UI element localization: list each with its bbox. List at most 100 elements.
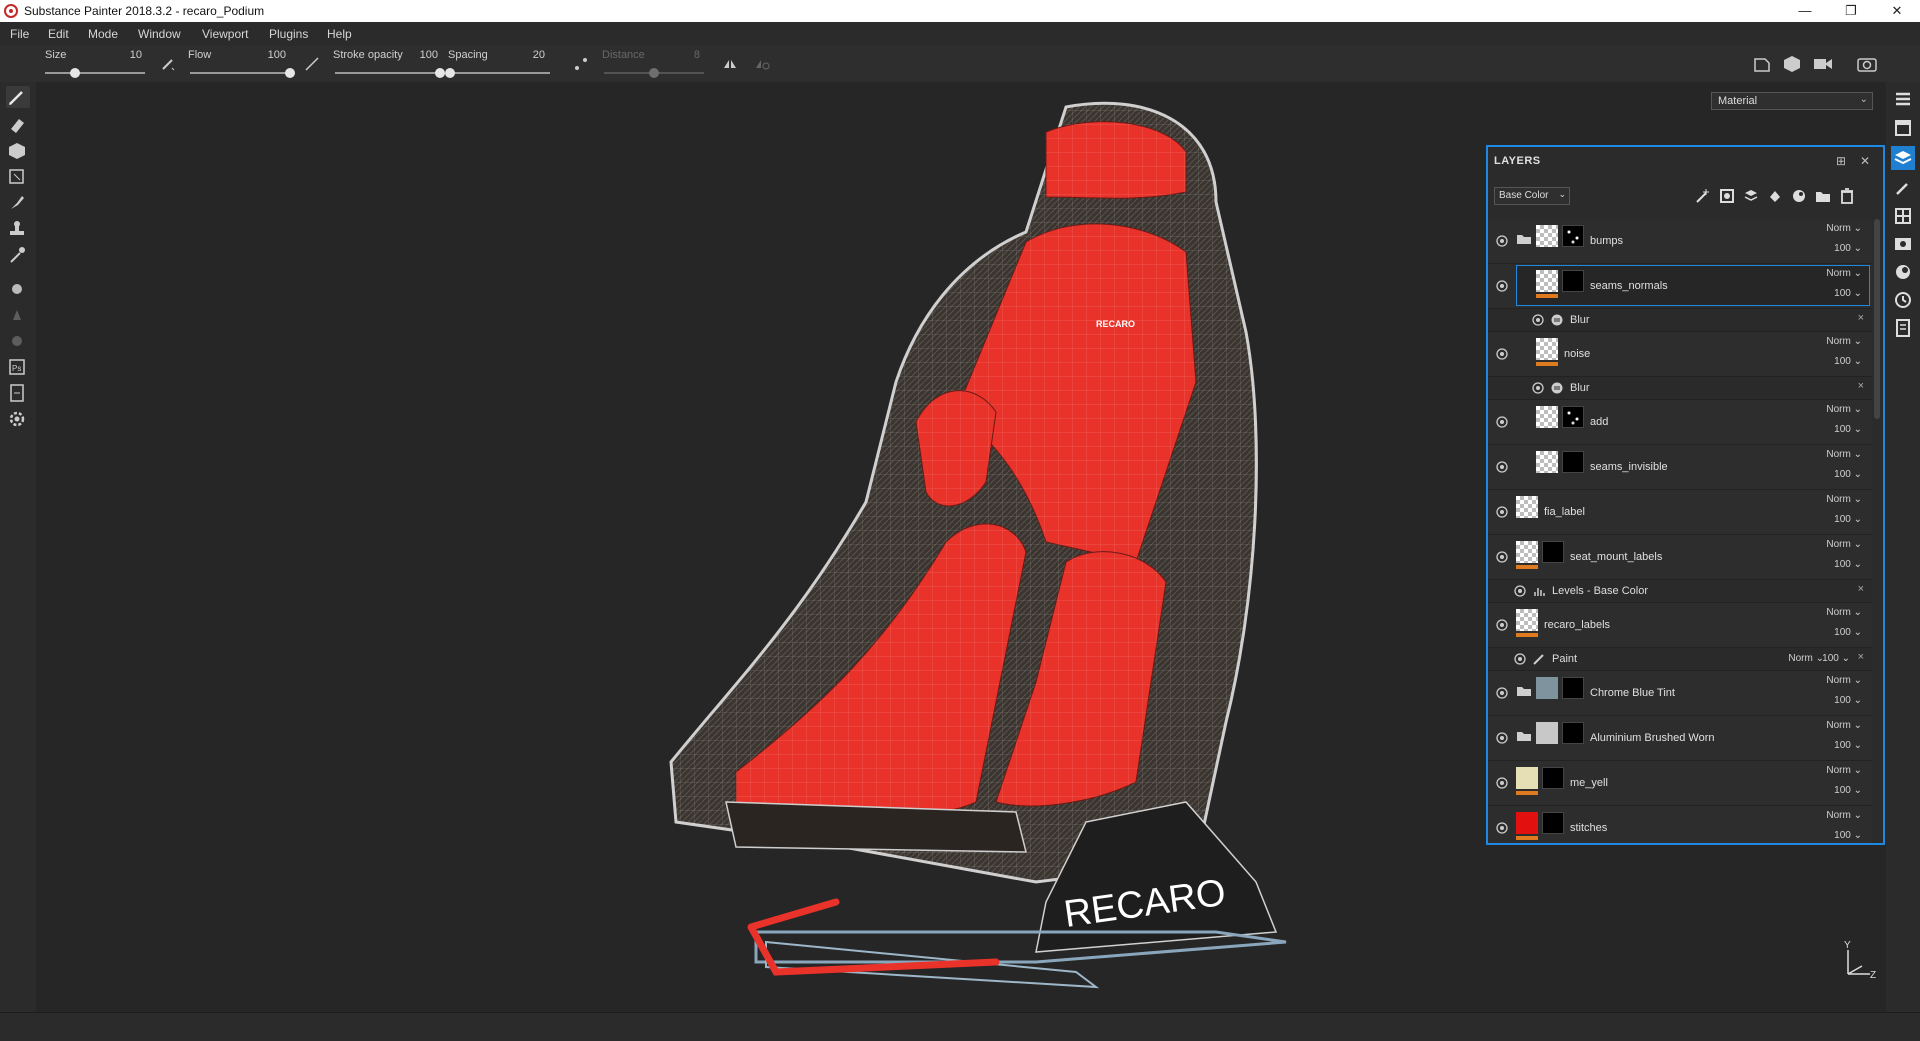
- blend-mode[interactable]: Norm ⌄: [1826, 404, 1862, 415]
- mask-thumbnail[interactable]: [1542, 812, 1564, 834]
- shader-settings-icon[interactable]: [1891, 260, 1915, 284]
- camera-video-icon[interactable]: [1812, 54, 1834, 74]
- size-knob[interactable]: [70, 68, 80, 78]
- texture-set-settings-icon[interactable]: [1891, 116, 1915, 140]
- layer-row[interactable]: seat_mount_labels Norm ⌄ 100 ⌄: [1488, 535, 1872, 580]
- layer-thumbnail[interactable]: [1516, 496, 1538, 518]
- menu-window[interactable]: Window: [138, 27, 181, 41]
- layer-opacity[interactable]: 100 ⌄: [1834, 514, 1862, 525]
- visibility-eye-icon[interactable]: [1496, 732, 1508, 744]
- mask-thumbnail[interactable]: [1562, 406, 1584, 428]
- paint-brush-tool-icon[interactable]: [6, 86, 30, 108]
- blend-mode[interactable]: Norm ⌄: [1826, 539, 1862, 550]
- layer-row[interactable]: seams_normals Norm ⌄ 100 ⌄: [1488, 264, 1872, 309]
- effect-opacity[interactable]: 100 ⌄: [1822, 653, 1850, 664]
- layer-thumbnail[interactable]: [1536, 722, 1558, 744]
- mask-thumbnail[interactable]: [1562, 677, 1584, 699]
- visibility-eye-icon[interactable]: [1496, 280, 1508, 292]
- visibility-eye-icon[interactable]: [1496, 416, 1508, 428]
- visibility-eye-icon[interactable]: [1496, 551, 1508, 563]
- effect-row[interactable]: Levels - Base Color ×: [1488, 580, 1872, 603]
- layer-thumbnail[interactable]: [1536, 225, 1558, 247]
- visibility-eye-icon[interactable]: [1532, 382, 1544, 394]
- add-fill-layer-icon[interactable]: [1742, 187, 1760, 205]
- viewport-mode-select[interactable]: Material ⌄: [1711, 92, 1873, 110]
- mask-thumbnail[interactable]: [1562, 451, 1584, 473]
- remove-effect-icon[interactable]: ×: [1858, 583, 1864, 595]
- symmetry-icon[interactable]: [722, 56, 738, 72]
- pen-pressure-icon[interactable]: [160, 56, 176, 72]
- effect-row[interactable]: Blur ×: [1488, 377, 1872, 400]
- layer-thumbnail[interactable]: [1516, 609, 1538, 631]
- blend-mode[interactable]: Norm ⌄: [1826, 223, 1862, 234]
- projection-tool-icon[interactable]: [6, 140, 30, 162]
- visibility-eye-icon[interactable]: [1514, 653, 1526, 665]
- visibility-eye-icon[interactable]: [1496, 822, 1508, 834]
- visibility-eye-icon[interactable]: [1496, 619, 1508, 631]
- material-picker-icon[interactable]: [6, 278, 30, 300]
- layer-opacity[interactable]: 100 ⌄: [1834, 469, 1862, 480]
- menu-help[interactable]: Help: [327, 27, 352, 41]
- add-mask-icon[interactable]: [1718, 187, 1736, 205]
- restore-button[interactable]: ❐: [1828, 0, 1874, 22]
- undock-icon[interactable]: ⊞: [1836, 154, 1846, 168]
- blend-mode[interactable]: Norm ⌄: [1826, 607, 1862, 618]
- mask-thumbnail[interactable]: [1562, 722, 1584, 744]
- flow-knob[interactable]: [285, 68, 295, 78]
- mask-thumbnail[interactable]: [1542, 767, 1564, 789]
- folder-icon[interactable]: [1516, 685, 1532, 697]
- layer-row[interactable]: seams_invisible Norm ⌄ 100 ⌄: [1488, 445, 1872, 490]
- mask-thumbnail[interactable]: [1562, 225, 1584, 247]
- layer-row[interactable]: noise Norm ⌄ 100 ⌄: [1488, 332, 1872, 377]
- add-smart-material-icon[interactable]: [1790, 187, 1808, 205]
- minimize-button[interactable]: —: [1782, 0, 1828, 22]
- blend-mode[interactable]: Norm ⌄: [1826, 268, 1862, 279]
- polygon-fill-tool-icon[interactable]: [6, 166, 30, 188]
- close-panel-icon[interactable]: ✕: [1860, 154, 1870, 168]
- layer-row[interactable]: Aluminium Brushed Worn Norm ⌄ 100 ⌄: [1488, 716, 1872, 761]
- blend-mode[interactable]: Norm ⌄: [1826, 765, 1862, 776]
- blend-mode[interactable]: Norm ⌄: [1826, 720, 1862, 731]
- add-folder-icon[interactable]: [1814, 187, 1832, 205]
- history-icon[interactable]: [1891, 288, 1915, 312]
- visibility-eye-icon[interactable]: [1532, 314, 1544, 326]
- layer-thumbnail[interactable]: [1536, 270, 1558, 292]
- properties-brush-icon[interactable]: [1891, 176, 1915, 200]
- layer-opacity[interactable]: 100 ⌄: [1834, 695, 1862, 706]
- remove-effect-icon[interactable]: ×: [1858, 380, 1864, 392]
- layer-thumbnail[interactable]: [1536, 406, 1558, 428]
- add-paint-layer-icon[interactable]: [1766, 187, 1784, 205]
- menu-mode[interactable]: Mode: [88, 27, 118, 41]
- blend-mode[interactable]: Norm ⌄: [1826, 675, 1862, 686]
- viewport-2d-icon[interactable]: [1752, 54, 1772, 74]
- mask-thumbnail[interactable]: [1562, 270, 1584, 292]
- settings-tool-icon[interactable]: [6, 330, 30, 352]
- color-picker-tool-icon[interactable]: [6, 244, 30, 266]
- add-effect-icon[interactable]: [1694, 187, 1712, 205]
- menu-plugins[interactable]: Plugins: [269, 27, 308, 41]
- visibility-eye-icon[interactable]: [1496, 348, 1508, 360]
- lazy-mouse-icon[interactable]: [573, 56, 589, 72]
- blend-mode[interactable]: Norm ⌄: [1826, 449, 1862, 460]
- menu-file[interactable]: File: [10, 27, 29, 41]
- layers-panel-icon[interactable]: [1891, 146, 1915, 170]
- layer-thumbnail[interactable]: [1516, 541, 1538, 563]
- layer-row[interactable]: recaro_labels Norm ⌄ 100 ⌄: [1488, 603, 1872, 648]
- mask-thumbnail[interactable]: [1542, 541, 1564, 563]
- effect-row[interactable]: Blur ×: [1488, 309, 1872, 332]
- display-settings-icon[interactable]: [1891, 232, 1915, 256]
- layer-opacity[interactable]: 100 ⌄: [1834, 627, 1862, 638]
- layer-thumbnail[interactable]: [1536, 677, 1558, 699]
- visibility-eye-icon[interactable]: [1496, 506, 1508, 518]
- eraser-tool-icon[interactable]: [6, 114, 30, 136]
- distance-knob[interactable]: [649, 68, 659, 78]
- folder-icon[interactable]: [1516, 730, 1532, 742]
- layer-opacity[interactable]: 100 ⌄: [1834, 424, 1862, 435]
- symmetry-settings-icon[interactable]: [754, 56, 770, 72]
- delete-layer-icon[interactable]: [1838, 187, 1856, 205]
- visibility-eye-icon[interactable]: [1496, 687, 1508, 699]
- layer-row[interactable]: stitches Norm ⌄ 100 ⌄: [1488, 806, 1872, 843]
- baking-tool-icon[interactable]: [6, 304, 30, 326]
- layer-opacity[interactable]: 100 ⌄: [1834, 830, 1862, 841]
- clone-stamp-tool-icon[interactable]: [6, 218, 30, 240]
